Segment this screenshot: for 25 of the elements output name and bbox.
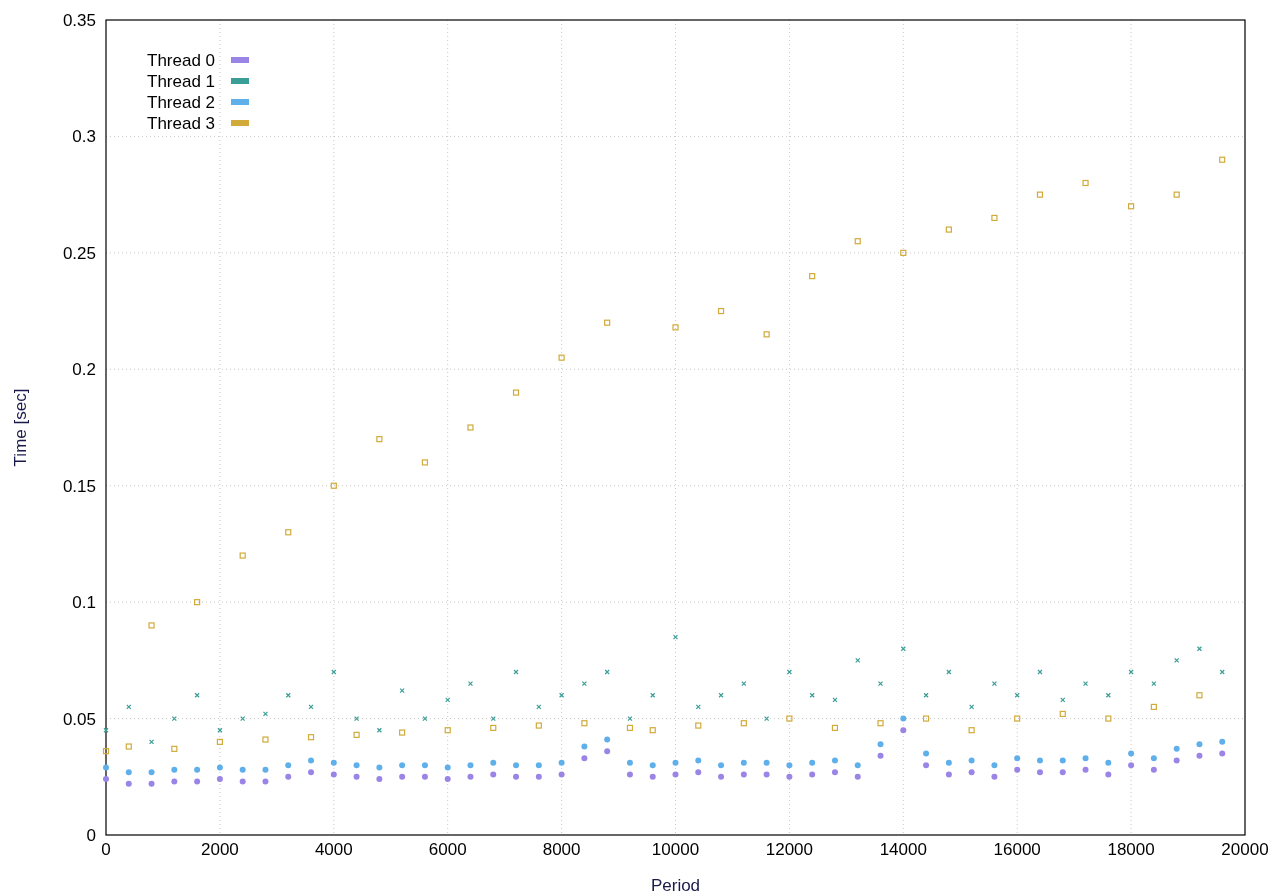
- legend-label: Thread 0: [147, 51, 216, 70]
- tick-label: 0.25: [62, 243, 96, 263]
- tick-label: 12000: [765, 840, 814, 859]
- tick-label: 6000: [428, 840, 467, 859]
- tick-label: 8000: [542, 840, 581, 859]
- tick-label: 0: [101, 840, 111, 859]
- tick-label: 0.35: [62, 11, 96, 30]
- tick-label: 14000: [879, 840, 927, 859]
- tick-label: 0.1: [72, 593, 96, 613]
- y-axis-title: Time [sec]: [11, 388, 30, 467]
- tick-label: 0: [86, 826, 96, 845]
- tick-label: 16000: [993, 840, 1041, 859]
- legend-label: Thread 3: [147, 114, 216, 133]
- x-axis-title: Period: [650, 876, 701, 895]
- tick-label: 0.3: [72, 127, 96, 147]
- tick-label: 10000: [651, 840, 700, 859]
- tick-label: 0.05: [62, 709, 96, 729]
- tick-label: 0.15: [62, 476, 96, 496]
- tick-label: 2000: [201, 840, 239, 859]
- legend-label: Thread 1: [147, 72, 216, 91]
- legend-label: Thread 2: [147, 93, 216, 112]
- tick-label: 0.2: [72, 360, 96, 380]
- tick-label: 20000: [1221, 840, 1269, 859]
- tick-label: 18000: [1107, 840, 1155, 859]
- tick-label: 4000: [314, 840, 353, 859]
